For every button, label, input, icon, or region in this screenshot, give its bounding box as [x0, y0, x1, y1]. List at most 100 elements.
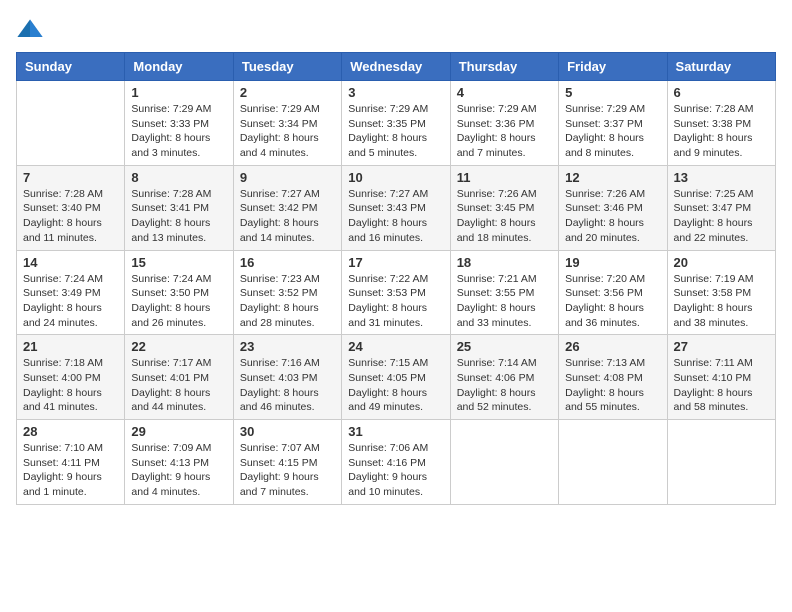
- day-number: 18: [457, 255, 552, 270]
- day-number: 26: [565, 339, 660, 354]
- logo: [16, 16, 48, 44]
- day-number: 12: [565, 170, 660, 185]
- calendar-cell: 10 Sunrise: 7:27 AMSunset: 3:43 PMDayligh…: [342, 165, 450, 250]
- day-info: Sunrise: 7:19 AMSunset: 3:58 PMDaylight:…: [674, 272, 769, 331]
- day-number: 2: [240, 85, 335, 100]
- day-info: Sunrise: 7:29 AMSunset: 3:37 PMDaylight:…: [565, 102, 660, 161]
- day-number: 6: [674, 85, 769, 100]
- calendar-cell: 22 Sunrise: 7:17 AMSunset: 4:01 PMDayligh…: [125, 335, 233, 420]
- day-info: Sunrise: 7:25 AMSunset: 3:47 PMDaylight:…: [674, 187, 769, 246]
- calendar-cell: 7 Sunrise: 7:28 AMSunset: 3:40 PMDaylight…: [17, 165, 125, 250]
- calendar-cell: 29 Sunrise: 7:09 AMSunset: 4:13 PMDayligh…: [125, 420, 233, 505]
- day-info: Sunrise: 7:14 AMSunset: 4:06 PMDaylight:…: [457, 356, 552, 415]
- calendar-cell: [17, 81, 125, 166]
- day-info: Sunrise: 7:29 AMSunset: 3:36 PMDaylight:…: [457, 102, 552, 161]
- day-info: Sunrise: 7:27 AMSunset: 3:43 PMDaylight:…: [348, 187, 443, 246]
- calendar-cell: 8 Sunrise: 7:28 AMSunset: 3:41 PMDaylight…: [125, 165, 233, 250]
- calendar-cell: 23Sunrise: 7:16 AMSunset: 4:03 PMDayligh…: [233, 335, 341, 420]
- day-info: Sunrise: 7:24 AMSunset: 3:50 PMDaylight:…: [131, 272, 226, 331]
- day-number: 24: [348, 339, 443, 354]
- calendar-table: SundayMondayTuesdayWednesdayThursdayFrid…: [16, 52, 776, 505]
- day-number: 9: [240, 170, 335, 185]
- day-info: Sunrise: 7:15 AMSunset: 4:05 PMDaylight:…: [348, 356, 443, 415]
- calendar-week-3: 14 Sunrise: 7:24 AMSunset: 3:49 PMDayligh…: [17, 250, 776, 335]
- day-number: 7: [23, 170, 118, 185]
- day-number: 29: [131, 424, 226, 439]
- calendar-cell: 4 Sunrise: 7:29 AMSunset: 3:36 PMDaylight…: [450, 81, 558, 166]
- day-info: Sunrise: 7:22 AMSunset: 3:53 PMDaylight:…: [348, 272, 443, 331]
- calendar-cell: 27 Sunrise: 7:11 AMSunset: 4:10 PMDayligh…: [667, 335, 775, 420]
- day-info: Sunrise: 7:29 AMSunset: 3:33 PMDaylight:…: [131, 102, 226, 161]
- day-number: 17: [348, 255, 443, 270]
- day-info: Sunrise: 7:28 AMSunset: 3:41 PMDaylight:…: [131, 187, 226, 246]
- col-header-saturday: Saturday: [667, 53, 775, 81]
- calendar-cell: 28 Sunrise: 7:10 AMSunset: 4:11 PMDayligh…: [17, 420, 125, 505]
- day-info: Sunrise: 7:10 AMSunset: 4:11 PMDaylight:…: [23, 441, 118, 500]
- calendar-cell: 30Sunrise: 7:07 AMSunset: 4:15 PMDayligh…: [233, 420, 341, 505]
- calendar-cell: 24 Sunrise: 7:15 AMSunset: 4:05 PMDayligh…: [342, 335, 450, 420]
- calendar-cell: 26 Sunrise: 7:13 AMSunset: 4:08 PMDayligh…: [559, 335, 667, 420]
- day-number: 25: [457, 339, 552, 354]
- calendar-cell: 21 Sunrise: 7:18 AMSunset: 4:00 PMDayligh…: [17, 335, 125, 420]
- day-info: Sunrise: 7:11 AMSunset: 4:10 PMDaylight:…: [674, 356, 769, 415]
- calendar-cell: 20Sunrise: 7:19 AMSunset: 3:58 PMDayligh…: [667, 250, 775, 335]
- day-number: 28: [23, 424, 118, 439]
- day-info: Sunrise: 7:06 AMSunset: 4:16 PMDaylight:…: [348, 441, 443, 500]
- day-number: 27: [674, 339, 769, 354]
- calendar-cell: 15 Sunrise: 7:24 AMSunset: 3:50 PMDayligh…: [125, 250, 233, 335]
- day-number: 14: [23, 255, 118, 270]
- day-info: Sunrise: 7:20 AMSunset: 3:56 PMDaylight:…: [565, 272, 660, 331]
- day-info: Sunrise: 7:24 AMSunset: 3:49 PMDaylight:…: [23, 272, 118, 331]
- day-info: Sunrise: 7:17 AMSunset: 4:01 PMDaylight:…: [131, 356, 226, 415]
- day-number: 3: [348, 85, 443, 100]
- calendar-cell: 3 Sunrise: 7:29 AMSunset: 3:35 PMDaylight…: [342, 81, 450, 166]
- day-info: Sunrise: 7:26 AMSunset: 3:45 PMDaylight:…: [457, 187, 552, 246]
- day-number: 30: [240, 424, 335, 439]
- calendar-cell: 6Sunrise: 7:28 AMSunset: 3:38 PMDaylight…: [667, 81, 775, 166]
- col-header-sunday: Sunday: [17, 53, 125, 81]
- day-info: Sunrise: 7:29 AMSunset: 3:35 PMDaylight:…: [348, 102, 443, 161]
- page-header: [16, 16, 776, 44]
- day-number: 10: [348, 170, 443, 185]
- calendar-week-5: 28 Sunrise: 7:10 AMSunset: 4:11 PMDayligh…: [17, 420, 776, 505]
- calendar-cell: 14 Sunrise: 7:24 AMSunset: 3:49 PMDayligh…: [17, 250, 125, 335]
- day-info: Sunrise: 7:28 AMSunset: 3:40 PMDaylight:…: [23, 187, 118, 246]
- calendar-cell: 9 Sunrise: 7:27 AMSunset: 3:42 PMDaylight…: [233, 165, 341, 250]
- calendar-cell: 17 Sunrise: 7:22 AMSunset: 3:53 PMDayligh…: [342, 250, 450, 335]
- col-header-friday: Friday: [559, 53, 667, 81]
- calendar-cell: [667, 420, 775, 505]
- day-number: 4: [457, 85, 552, 100]
- day-number: 16: [240, 255, 335, 270]
- day-number: 5: [565, 85, 660, 100]
- day-number: 15: [131, 255, 226, 270]
- col-header-thursday: Thursday: [450, 53, 558, 81]
- day-info: Sunrise: 7:16 AMSunset: 4:03 PMDaylight:…: [240, 356, 335, 415]
- calendar-week-4: 21 Sunrise: 7:18 AMSunset: 4:00 PMDayligh…: [17, 335, 776, 420]
- day-info: Sunrise: 7:18 AMSunset: 4:00 PMDaylight:…: [23, 356, 118, 415]
- day-number: 21: [23, 339, 118, 354]
- day-info: Sunrise: 7:13 AMSunset: 4:08 PMDaylight:…: [565, 356, 660, 415]
- calendar-cell: 11Sunrise: 7:26 AMSunset: 3:45 PMDayligh…: [450, 165, 558, 250]
- day-info: Sunrise: 7:09 AMSunset: 4:13 PMDaylight:…: [131, 441, 226, 500]
- calendar-week-1: 1Sunrise: 7:29 AMSunset: 3:33 PMDaylight…: [17, 81, 776, 166]
- calendar-cell: [450, 420, 558, 505]
- day-number: 13: [674, 170, 769, 185]
- col-header-monday: Monday: [125, 53, 233, 81]
- day-number: 31: [348, 424, 443, 439]
- calendar-cell: 13 Sunrise: 7:25 AMSunset: 3:47 PMDayligh…: [667, 165, 775, 250]
- day-info: Sunrise: 7:21 AMSunset: 3:55 PMDaylight:…: [457, 272, 552, 331]
- calendar-cell: 12 Sunrise: 7:26 AMSunset: 3:46 PMDayligh…: [559, 165, 667, 250]
- day-number: 22: [131, 339, 226, 354]
- calendar-cell: 16Sunrise: 7:23 AMSunset: 3:52 PMDayligh…: [233, 250, 341, 335]
- calendar-cell: 19 Sunrise: 7:20 AMSunset: 3:56 PMDayligh…: [559, 250, 667, 335]
- day-info: Sunrise: 7:29 AMSunset: 3:34 PMDaylight:…: [240, 102, 335, 161]
- calendar-cell: 18 Sunrise: 7:21 AMSunset: 3:55 PMDayligh…: [450, 250, 558, 335]
- calendar-cell: 25 Sunrise: 7:14 AMSunset: 4:06 PMDayligh…: [450, 335, 558, 420]
- col-header-tuesday: Tuesday: [233, 53, 341, 81]
- day-info: Sunrise: 7:26 AMSunset: 3:46 PMDaylight:…: [565, 187, 660, 246]
- day-number: 8: [131, 170, 226, 185]
- calendar-cell: 2 Sunrise: 7:29 AMSunset: 3:34 PMDaylight…: [233, 81, 341, 166]
- day-info: Sunrise: 7:27 AMSunset: 3:42 PMDaylight:…: [240, 187, 335, 246]
- calendar-cell: 31 Sunrise: 7:06 AMSunset: 4:16 PMDayligh…: [342, 420, 450, 505]
- day-number: 19: [565, 255, 660, 270]
